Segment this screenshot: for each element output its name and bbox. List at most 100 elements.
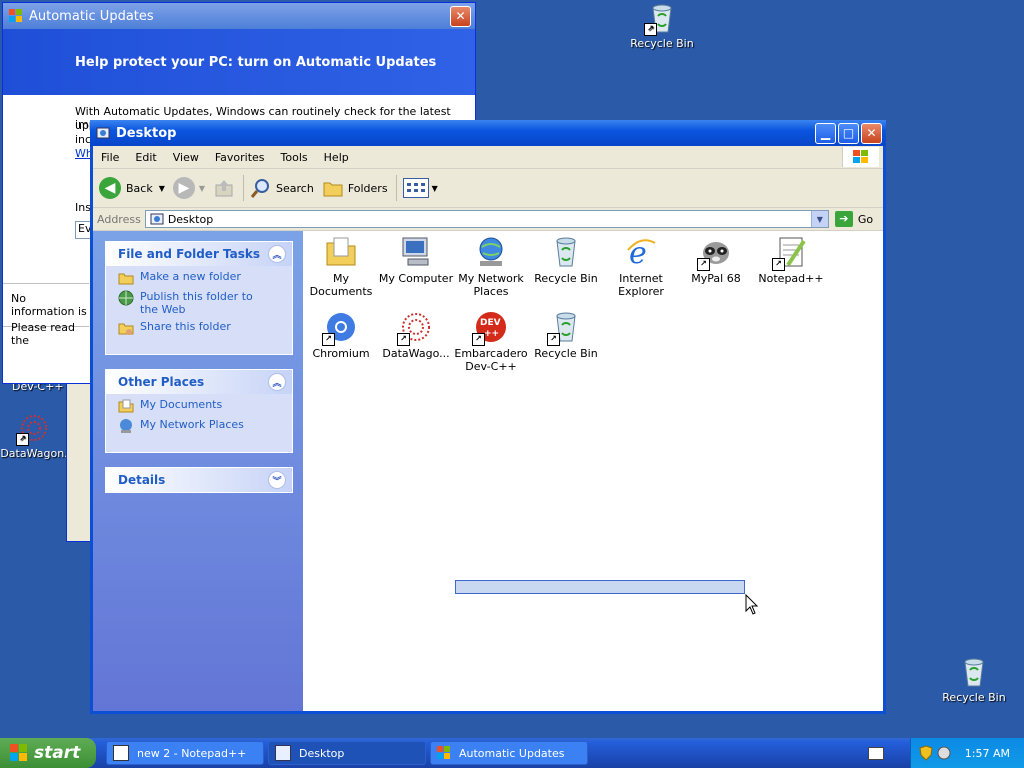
desktop-icon-recycle-bin-top[interactable]: ↗ Recycle Bin <box>622 2 702 50</box>
back-button[interactable]: ◀ Back ▼ <box>99 177 165 199</box>
clock[interactable]: 1:57 AM <box>965 747 1010 760</box>
window-title: Automatic Updates <box>29 8 154 24</box>
address-value: Desktop <box>167 212 214 226</box>
desktop-icon-label: DataWagon. <box>0 447 68 460</box>
address-dropdown-button[interactable]: ▼ <box>810 211 828 227</box>
menu-help[interactable]: Help <box>316 151 357 164</box>
place-my-network-places[interactable]: My Network Places <box>118 418 292 434</box>
close-icon: ✕ <box>455 9 466 23</box>
other-places-panel: Other Places ︽ My Documents My Network P… <box>105 369 293 453</box>
item-chromium[interactable]: ↗ Chromium <box>301 310 381 360</box>
task-pane: File and Folder Tasks ︽ Make a new folde… <box>93 231 303 711</box>
search-button[interactable]: Search <box>250 177 314 199</box>
place-my-documents[interactable]: My Documents <box>118 398 292 414</box>
desktop-folder-icon <box>150 212 164 226</box>
file-folder-tasks-header[interactable]: File and Folder Tasks ︽ <box>106 242 292 266</box>
details-panel: Details ︾ <box>105 467 293 493</box>
body-fragment: Ins <box>75 201 91 214</box>
up-folder-icon <box>213 177 235 199</box>
task-make-new-folder[interactable]: Make a new folder <box>118 270 292 286</box>
windows-update-icon <box>437 746 451 760</box>
back-arrow-icon: ◀ <box>99 177 121 199</box>
desktop-icon-datawagon[interactable]: ↗ DataWagon. <box>0 412 74 460</box>
chevron-down-icon[interactable]: ▼ <box>159 184 165 193</box>
windows-update-icon <box>9 9 23 23</box>
menu-tools[interactable]: Tools <box>273 151 316 164</box>
mypal-raccoon-icon: ↗ <box>697 235 733 271</box>
minimize-icon: ▁ <box>820 126 831 140</box>
views-button[interactable]: ▼ <box>402 178 438 198</box>
menu-file[interactable]: File <box>93 151 127 164</box>
network-places-icon <box>474 235 508 269</box>
menu-view[interactable]: View <box>165 151 207 164</box>
collapse-chevron-icon[interactable]: ︽ <box>268 245 286 263</box>
header-text: Help protect your PC: turn on Automatic … <box>75 54 437 70</box>
desktop-icon-label: Recycle Bin <box>630 37 694 50</box>
collapse-chevron-icon[interactable]: ︽ <box>268 373 286 391</box>
datawagon-icon: ↗ <box>397 310 433 346</box>
go-button[interactable]: ➔ Go <box>834 211 873 227</box>
datawagon-icon: ↗ <box>16 412 50 446</box>
close-button[interactable]: ✕ <box>450 5 471 27</box>
item-embarcadero-devcpp[interactable]: DEV ++ ↗ Embarcadero Dev-C++ <box>451 310 531 373</box>
item-my-computer[interactable]: My Computer <box>376 235 456 285</box>
maximize-icon: □ <box>842 126 855 140</box>
desktop-icon-label: Recycle Bin <box>942 691 1006 704</box>
system-tray: 1:57 AM <box>910 738 1024 768</box>
selection-rectangle <box>455 580 745 594</box>
forward-button[interactable]: ▶ ▼ <box>172 177 205 199</box>
option-field-fragment[interactable]: Ev <box>75 221 91 239</box>
item-my-network-places[interactable]: My Network Places <box>451 235 531 298</box>
item-datawagon[interactable]: ↗ DataWago... <box>376 310 456 360</box>
item-notepadpp[interactable]: ↗ Notepad++ <box>751 235 831 285</box>
info-panel: No information is Please read the <box>3 283 89 347</box>
views-icon <box>402 178 429 198</box>
taskbar-button-notepadpp[interactable]: new 2 - Notepad++ <box>106 741 264 765</box>
item-mypal[interactable]: ↗ MyPal 68 <box>676 235 756 285</box>
svg-text:DEV: DEV <box>480 318 501 328</box>
item-internet-explorer[interactable]: e Internet Explorer <box>601 235 681 298</box>
menu-edit[interactable]: Edit <box>127 151 164 164</box>
windows-flag-icon <box>10 744 28 762</box>
chromium-icon: ↗ <box>322 310 358 346</box>
task-share-folder[interactable]: Share this folder <box>118 320 292 336</box>
taskbar-button-automatic-updates[interactable]: Automatic Updates <box>430 741 588 765</box>
item-my-documents[interactable]: My Documents <box>301 235 381 298</box>
folders-icon <box>322 177 344 199</box>
recycle-bin-icon <box>958 656 990 688</box>
explorer-titlebar[interactable]: Desktop ▁ □ ✕ <box>90 120 886 146</box>
up-folder-button[interactable] <box>213 177 235 199</box>
go-arrow-icon: ➔ <box>834 211 853 227</box>
devcpp-icon: DEV ++ ↗ <box>472 310 508 346</box>
item-recycle-bin[interactable]: Recycle Bin <box>526 235 606 285</box>
keyboard-icon[interactable] <box>868 747 884 760</box>
my-documents-icon <box>324 235 358 269</box>
minimize-button[interactable]: ▁ <box>815 122 836 144</box>
volume-icon[interactable] <box>937 746 951 760</box>
expand-chevron-icon[interactable]: ︾ <box>268 471 286 489</box>
globe-icon <box>118 290 134 306</box>
address-field[interactable]: Desktop ▼ <box>144 210 829 228</box>
maximize-button[interactable]: □ <box>838 122 859 144</box>
automatic-updates-titlebar[interactable]: Automatic Updates ✕ <box>3 3 475 29</box>
address-bar: Address Desktop ▼ ➔ Go <box>93 208 883 231</box>
start-button[interactable]: start <box>0 738 96 768</box>
menu-favorites[interactable]: Favorites <box>207 151 273 164</box>
details-header[interactable]: Details ︾ <box>106 468 292 492</box>
folders-button[interactable]: Folders <box>322 177 388 199</box>
explorer-window[interactable]: Desktop ▁ □ ✕ File Edit View Favorites T… <box>90 120 886 714</box>
share-folder-icon <box>118 320 134 336</box>
task-publish-web[interactable]: Publish this folder to the Web <box>118 290 292 316</box>
close-icon: ✕ <box>866 126 877 140</box>
taskbar-button-desktop[interactable]: Desktop <box>268 741 426 765</box>
other-places-header[interactable]: Other Places ︽ <box>106 370 292 394</box>
chevron-down-icon: ▼ <box>816 214 823 224</box>
item-recycle-bin-shortcut[interactable]: ↗ Recycle Bin <box>526 310 606 360</box>
file-view[interactable]: My Documents My Computer My Network Plac… <box>303 231 883 711</box>
close-button[interactable]: ✕ <box>861 122 882 144</box>
security-shield-icon[interactable] <box>919 745 933 761</box>
standard-toolbar: ◀ Back ▼ ▶ ▼ Search Folders ▼ <box>93 169 883 208</box>
address-label: Address <box>97 212 141 226</box>
network-places-icon <box>118 418 134 434</box>
desktop-icon-recycle-bin-bottom[interactable]: Recycle Bin <box>934 656 1014 704</box>
